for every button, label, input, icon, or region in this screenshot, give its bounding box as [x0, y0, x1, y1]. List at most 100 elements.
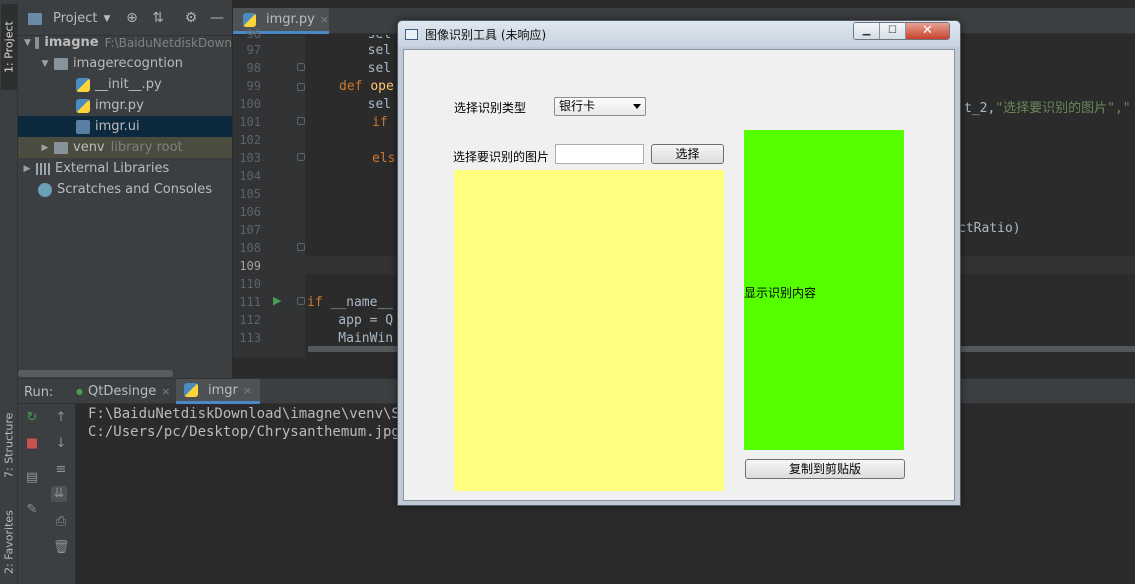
fold-marker-icon[interactable] — [297, 243, 305, 251]
tree-item-venv[interactable]: ▶ venv library root — [18, 137, 232, 158]
soft-wrap-icon[interactable]: ≡ — [53, 462, 69, 478]
line-number: 102 — [239, 133, 261, 147]
collapse-icon[interactable]: ⇅ — [150, 10, 166, 26]
line-number: 105 — [239, 187, 261, 201]
tab-label: imgr.py — [266, 12, 315, 27]
run-label: Run: — [24, 385, 54, 400]
tree-item-label: imagne — [44, 35, 99, 50]
console-line: C:/Users/pc/Desktop/Chrysanthemum.jpg — [88, 424, 400, 440]
tree-item-imgr-py[interactable]: imgr.py — [18, 95, 232, 116]
tree-item-external-libraries[interactable]: ▶ External Libraries — [18, 158, 232, 179]
close-icon[interactable]: × — [161, 385, 170, 398]
stop-icon[interactable]: ■ — [24, 436, 40, 452]
tree-item-label: imgr.ui — [95, 119, 140, 134]
print-icon[interactable]: ⎙ — [53, 514, 69, 530]
close-icon[interactable]: ✕ — [906, 23, 949, 39]
expand-arrow-icon: ▶ — [23, 163, 31, 174]
gear-icon[interactable]: ⚙ — [183, 10, 199, 26]
code-line: sel — [305, 35, 391, 42]
editor-gutter: 96 97 98 99 100 101 102 103 104 105 106 … — [233, 27, 305, 357]
window-client-area: 选择识别类型 银行卡 选择要识别的图片 选择 显示识别内容 复制到剪贴版 — [403, 49, 955, 501]
fold-marker-icon[interactable] — [297, 117, 305, 125]
close-icon[interactable]: × — [320, 13, 329, 26]
tree-item-note: library root — [110, 140, 183, 155]
project-view-selector[interactable]: Project ▼ — [28, 11, 110, 26]
tree-item-imagne[interactable]: ▼ imagne F:\BaiduNetdiskDown — [18, 32, 232, 53]
keyword: if — [307, 295, 323, 310]
fold-marker-icon[interactable] — [297, 83, 305, 91]
window-title: 图像识别工具 (未响应) — [425, 28, 547, 42]
code-line: sel — [305, 97, 392, 112]
expand-arrow-icon: ▶ — [41, 142, 49, 153]
python-file-icon — [184, 383, 198, 397]
tree-item-init-py[interactable]: __init__.py — [18, 74, 232, 95]
code-fragment-arg: t_2, — [964, 101, 996, 116]
copy-to-clipboard-button[interactable]: 复制到剪贴版 — [745, 459, 905, 479]
layout-icon[interactable]: ▤ — [24, 470, 40, 486]
tree-item-label: External Libraries — [55, 161, 170, 176]
rerun-icon[interactable]: ↻ — [24, 410, 40, 426]
qt-app-window: 图像识别工具 (未响应) ▁ ☐ ✕ 选择识别类型 银行卡 选择要识别的图片 选… — [397, 20, 961, 506]
run-toolbar: ↻ ↑ ■ ↓ ≡ ▤ ⇊ ✎ ⎙ 🗑 — [18, 404, 76, 584]
fold-marker-icon[interactable] — [297, 153, 305, 161]
project-title: Project — [53, 11, 98, 26]
line-number: 111 — [239, 295, 261, 309]
run-gutter-icon[interactable]: ▶ — [273, 294, 281, 307]
scratches-icon — [38, 182, 52, 197]
console-line: F:\BaiduNetdiskDownload\imagne\venv\Scr — [88, 406, 417, 422]
pin-icon[interactable]: ✎ — [24, 502, 40, 518]
favorites-tool-tab[interactable]: 2: Favorites — [1, 500, 17, 584]
keyword: def — [339, 79, 363, 94]
project-tool-tab[interactable]: 1: Project — [1, 4, 17, 90]
code-line: sel — [305, 61, 392, 76]
tree-item-scratches[interactable]: Scratches and Consoles — [18, 179, 232, 200]
run-tab-qtdesinge[interactable]: ● QtDesinge × — [68, 379, 178, 404]
project-panel: Project ▼ ⊕ ⇅ ⚙ — ▼ imagne F:\BaiduNetdi… — [18, 0, 232, 378]
trash-icon[interactable]: 🗑 — [53, 540, 70, 556]
up-arrow-icon[interactable]: ↑ — [53, 410, 69, 426]
select-type-label: 选择识别类型 — [454, 101, 527, 115]
line-number: 108 — [239, 241, 261, 255]
tree-item-imgr-ui[interactable]: imgr.ui — [18, 116, 232, 137]
structure-tool-tab[interactable]: 7: Structure — [1, 404, 17, 486]
close-icon[interactable]: × — [243, 384, 252, 397]
code-text: __name__ — [322, 295, 394, 310]
line-number: 96 — [246, 27, 261, 41]
line-number: 113 — [239, 331, 261, 345]
project-horizontal-scrollbar[interactable] — [18, 370, 173, 377]
maximize-icon[interactable]: ☐ — [880, 23, 906, 39]
line-number: 104 — [239, 169, 261, 183]
chevron-down-icon: ▼ — [103, 13, 111, 24]
fold-marker-icon[interactable] — [297, 63, 305, 71]
package-folder-icon — [54, 57, 68, 70]
minimize-icon[interactable]: ▁ — [854, 23, 880, 39]
code-line: if __name__ — [307, 295, 393, 310]
line-number: 110 — [239, 277, 261, 291]
line-number: 100 — [239, 97, 261, 111]
window-controls: ▁ ☐ ✕ — [853, 22, 950, 40]
scroll-to-end-icon[interactable]: ⇊ — [51, 486, 67, 502]
expand-arrow-icon: ▼ — [24, 37, 31, 48]
recognition-result-label: 显示识别内容 — [744, 286, 817, 300]
ui-file-icon — [76, 119, 90, 134]
hide-icon[interactable]: — — [209, 10, 225, 26]
tree-item-imagerecogntion[interactable]: ▼ imagerecogntion — [18, 53, 232, 74]
choose-image-button[interactable]: 选择 — [651, 144, 724, 164]
left-tool-strip: 1: Project 7: Structure 2: Favorites — [0, 0, 18, 584]
down-arrow-icon[interactable]: ↓ — [53, 436, 69, 452]
function-name: ope — [370, 79, 394, 94]
image-path-input[interactable] — [555, 144, 644, 164]
fold-marker-icon[interactable] — [297, 297, 305, 305]
tree-item-label: imgr.py — [95, 98, 144, 113]
folder-icon — [34, 36, 40, 49]
line-number: 107 — [239, 223, 261, 237]
code-fragment: t_2,"选择要识别的图片"," — [964, 97, 1131, 116]
run-config-icon: ● — [76, 387, 83, 396]
locate-icon[interactable]: ⊕ — [124, 10, 140, 26]
run-tab-imgr[interactable]: imgr × — [176, 379, 261, 404]
code-fragment: ctRatio) — [958, 221, 1021, 236]
recognition-type-combo[interactable]: 银行卡 — [554, 97, 646, 116]
window-titlebar[interactable]: 图像识别工具 (未响应) ▁ ☐ ✕ — [398, 21, 960, 47]
code-line: app = Q — [307, 313, 394, 328]
python-file-icon — [76, 77, 90, 92]
